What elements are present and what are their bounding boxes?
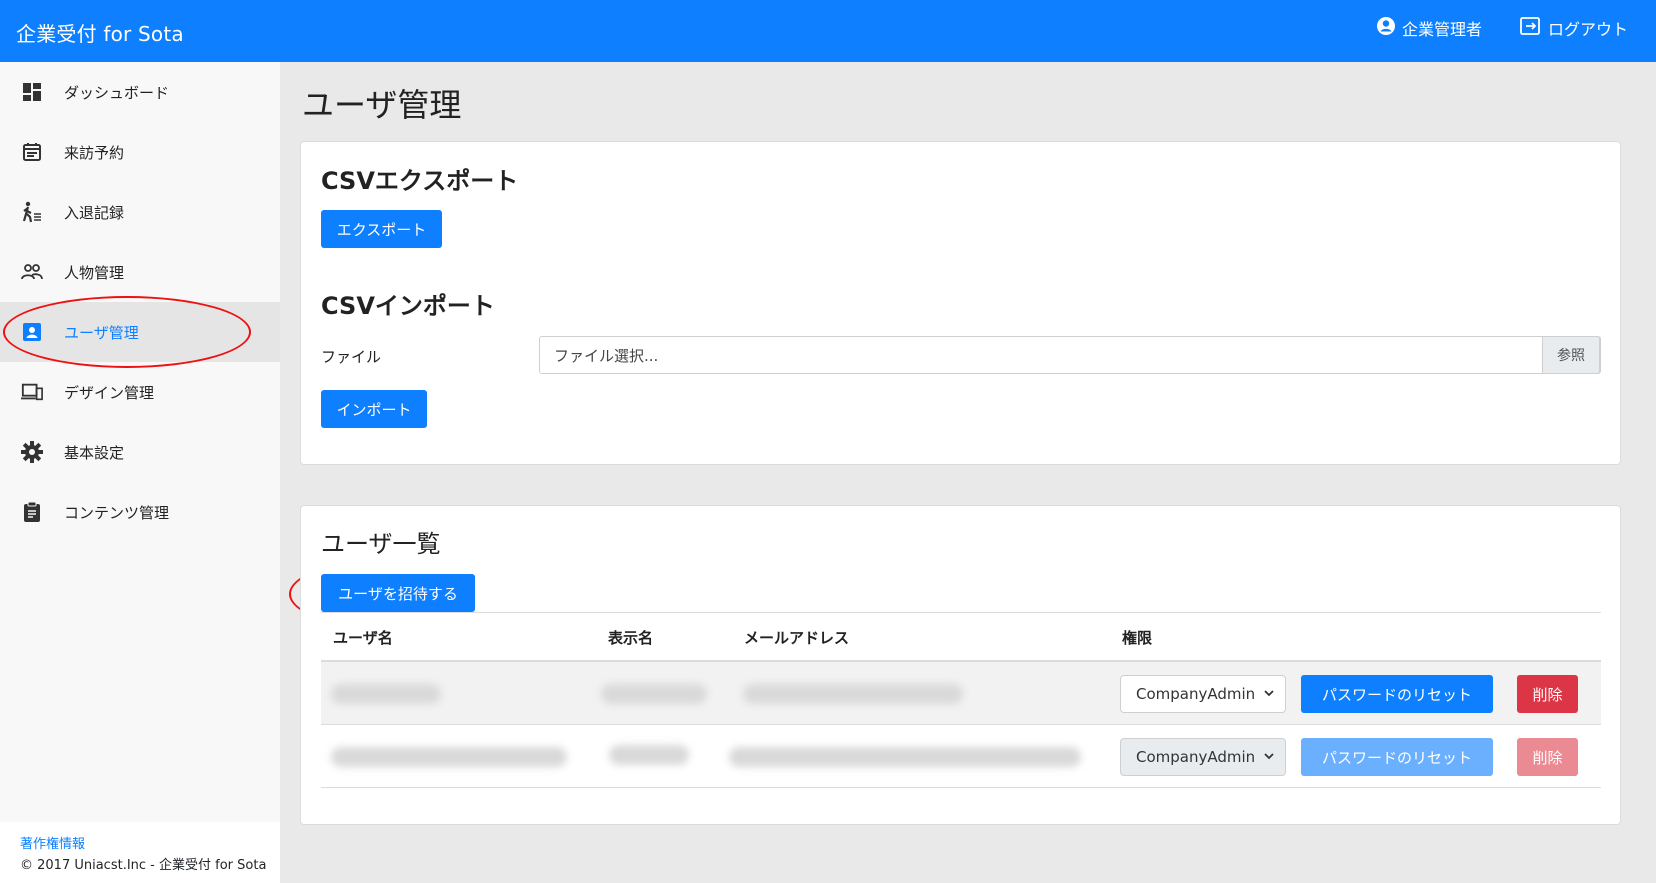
copyright-link[interactable]: 著作権情報	[20, 834, 280, 855]
csv-card: CSVエクスポート エクスポート CSVインポート ファイル ファイル選択...…	[300, 141, 1621, 465]
user-menu[interactable]: 企業管理者	[1376, 16, 1482, 40]
logout-icon	[1520, 16, 1542, 40]
sidebar-item-label: 人物管理	[64, 263, 125, 282]
delete-button[interactable]: 削除	[1517, 675, 1578, 713]
user-circle-icon	[1376, 16, 1396, 40]
sidebar-item-label: 入退記録	[64, 203, 125, 222]
redacted-display-name	[601, 684, 707, 704]
redacted-username	[331, 747, 567, 767]
people-icon	[21, 261, 43, 283]
clipboard-icon	[21, 501, 43, 523]
user-table-header: ユーザ名 表示名 メールアドレス 権限	[321, 612, 1601, 662]
chevron-down-icon	[1263, 686, 1275, 704]
browse-button[interactable]: 参照	[1542, 336, 1600, 374]
redacted-display-name	[609, 745, 689, 765]
user-list-card: ユーザ一覧 ユーザを招待する ユーザ名 表示名 メールアドレス 権限 Compa…	[300, 505, 1621, 825]
dashboard-icon	[21, 81, 43, 103]
sidebar-item-design[interactable]: デザイン管理	[0, 362, 280, 422]
reset-password-button[interactable]: パスワードのリセット	[1301, 675, 1493, 713]
sidebar-item-visit-reservation[interactable]: 来訪予約	[0, 122, 280, 182]
role-select[interactable]: CompanyAdmin	[1120, 675, 1286, 713]
delete-button[interactable]: 削除	[1517, 738, 1578, 776]
invite-user-button[interactable]: ユーザを招待する	[321, 574, 475, 612]
redacted-username	[331, 684, 441, 704]
user-badge-icon	[21, 321, 43, 343]
table-row: CompanyAdmin パスワードのリセット 削除	[321, 662, 1601, 725]
csv-import-heading: CSVインポート	[321, 292, 495, 320]
chevron-down-icon	[1263, 749, 1275, 767]
file-select-input[interactable]: ファイル選択... 参照	[539, 336, 1601, 374]
walk-log-icon	[21, 201, 43, 223]
sidebar-footer: 著作権情報 © 2017 Uniacst.Inc - 企業受付 for Sota	[0, 822, 280, 883]
file-label: ファイル	[321, 348, 382, 366]
brand-title[interactable]: 企業受付 for Sota	[16, 18, 184, 47]
redacted-email	[743, 684, 963, 704]
import-button[interactable]: インポート	[321, 390, 427, 428]
sidebar-item-label: 来訪予約	[64, 143, 125, 162]
csv-export-heading: CSVエクスポート	[321, 167, 519, 195]
devices-icon	[21, 381, 43, 403]
sidebar-item-contents[interactable]: コンテンツ管理	[0, 482, 280, 542]
sidebar-item-user-management[interactable]: ユーザ管理	[0, 302, 280, 362]
sidebar-item-dashboard[interactable]: ダッシュボード	[0, 62, 280, 122]
top-navbar: 企業受付 for Sota 企業管理者 ログアウト	[0, 0, 1656, 62]
table-row: CompanyAdmin パスワードのリセット 削除	[321, 725, 1601, 788]
column-email: メールアドレス	[744, 629, 850, 647]
redacted-email	[729, 747, 1081, 767]
column-role: 権限	[1122, 629, 1153, 647]
calendar-icon	[21, 141, 43, 163]
page-title: ユーザ管理	[302, 86, 462, 124]
sidebar-item-label: 基本設定	[64, 443, 125, 462]
sidebar-item-entry-log[interactable]: 入退記録	[0, 182, 280, 242]
role-select-value: CompanyAdmin	[1136, 748, 1256, 766]
sidebar-item-people[interactable]: 人物管理	[0, 242, 280, 302]
sidebar-item-label: ユーザ管理	[64, 323, 139, 342]
copyright-text: © 2017 Uniacst.Inc - 企業受付 for Sota	[20, 858, 267, 873]
sidebar-item-basic-settings[interactable]: 基本設定	[0, 422, 280, 482]
logout-label: ログアウト	[1547, 20, 1628, 39]
user-role-label: 企業管理者	[1401, 20, 1482, 39]
reset-password-button[interactable]: パスワードのリセット	[1301, 738, 1493, 776]
role-select-value: CompanyAdmin	[1136, 685, 1256, 703]
gear-icon	[21, 441, 43, 463]
sidebar-item-label: コンテンツ管理	[64, 503, 170, 522]
role-select[interactable]: CompanyAdmin	[1120, 738, 1286, 776]
file-placeholder: ファイル選択...	[554, 346, 659, 365]
logout-button[interactable]: ログアウト	[1520, 16, 1628, 40]
sidebar-item-label: デザイン管理	[64, 383, 155, 402]
column-username: ユーザ名	[333, 629, 393, 647]
export-button[interactable]: エクスポート	[321, 210, 442, 248]
sidebar-item-label: ダッシュボード	[64, 83, 170, 102]
sidebar: ダッシュボード 来訪予約 入退記録 人物管理 ユーザ管理 デザイン管理 基本設定…	[0, 62, 280, 883]
column-display-name: 表示名	[608, 629, 654, 647]
user-list-heading: ユーザ一覧	[321, 530, 441, 558]
